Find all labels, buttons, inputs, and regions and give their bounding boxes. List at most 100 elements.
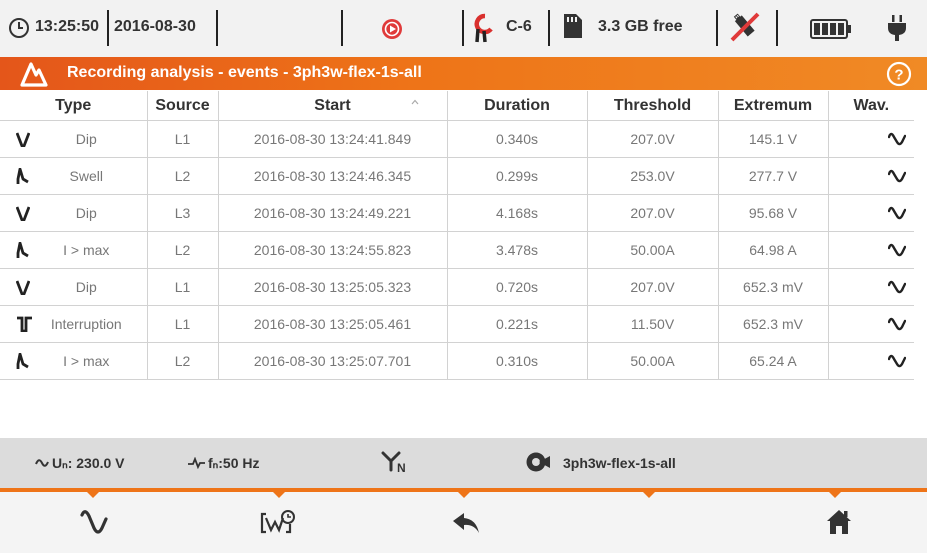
cell-source: L2 xyxy=(147,157,219,195)
status-bar: 13:25:50 2016-08-30 C-6 3.3 GB free xyxy=(0,0,927,57)
status-separator xyxy=(462,10,464,46)
cell-source: L3 xyxy=(147,194,219,232)
dip-icon xyxy=(16,279,30,295)
back-button[interactable] xyxy=(372,492,558,553)
cell-source: L2 xyxy=(147,231,219,269)
info-bar: Uₙ: 230.0 V fₙ:50 Hz N 3ph3w-flex-1s-all xyxy=(0,438,927,488)
column-header-start-label: Start xyxy=(314,96,351,114)
record-icon[interactable] xyxy=(381,18,403,40)
page-title: Recording analysis - events - 3ph3w-flex… xyxy=(67,64,422,81)
cell-extremum: 652.3 mV xyxy=(718,268,829,306)
cell-extremum: 652.3 mV xyxy=(718,305,829,343)
svg-text:?: ? xyxy=(894,67,903,84)
table-row[interactable]: I > max L2 2016-08-30 13:24:55.823 3.478s 50… xyxy=(0,231,914,269)
cell-threshold: 253.0V xyxy=(587,157,719,195)
status-separator xyxy=(548,10,550,46)
cell-duration: 0.221s xyxy=(447,305,588,343)
toolbar-separator xyxy=(643,492,655,498)
table-header-row: Type Source Start Duration Threshold Ext… xyxy=(0,91,914,121)
toolbar-separator xyxy=(458,492,470,498)
swell-icon xyxy=(16,168,30,184)
cell-threshold: 207.0V xyxy=(587,268,719,306)
table-row[interactable]: Dip L1 2016-08-30 13:24:41.849 0.340s 207.0V… xyxy=(0,120,914,158)
table-row[interactable]: I > max L2 2016-08-30 13:25:07.701 0.310s 50… xyxy=(0,342,914,380)
cell-threshold: 207.0V xyxy=(587,120,719,158)
help-icon[interactable]: ? xyxy=(886,61,912,87)
waveform-button[interactable] xyxy=(0,492,186,553)
cell-source: L2 xyxy=(147,342,219,380)
cell-wav[interactable] xyxy=(828,268,914,306)
sort-ascending-icon xyxy=(411,99,419,105)
cell-wav[interactable] xyxy=(828,231,914,269)
cell-wav[interactable] xyxy=(828,342,914,380)
column-header-source[interactable]: Source xyxy=(147,91,219,121)
dip-icon xyxy=(16,131,30,147)
status-separator xyxy=(776,10,778,46)
waveform-icon[interactable] xyxy=(888,280,906,294)
column-header-duration[interactable]: Duration xyxy=(447,91,588,121)
waveform-icon xyxy=(80,510,108,534)
cell-type: Dip xyxy=(0,268,148,306)
home-button[interactable] xyxy=(744,492,927,553)
column-header-extremum[interactable]: Extremum xyxy=(718,91,829,121)
waveform-icon[interactable] xyxy=(888,132,906,146)
cell-type: I > max xyxy=(0,231,148,269)
status-separator xyxy=(341,10,343,46)
cell-extremum: 145.1 V xyxy=(718,120,829,158)
cell-start: 2016-08-30 13:25:05.461 xyxy=(218,305,448,343)
waveform-icon[interactable] xyxy=(888,354,906,368)
cell-threshold: 50.00A xyxy=(587,231,719,269)
cell-source: L1 xyxy=(147,305,219,343)
frequency-icon xyxy=(188,457,205,469)
cell-threshold: 11.50V xyxy=(587,305,719,343)
table-row[interactable]: Dip L3 2016-08-30 13:24:49.221 4.168s 207.0V… xyxy=(0,194,914,232)
cell-threshold: 207.0V xyxy=(587,194,719,232)
waveform-icon[interactable] xyxy=(888,317,906,331)
measurement-config-icon xyxy=(525,450,551,474)
events-list-icon xyxy=(260,508,296,536)
cell-source: L1 xyxy=(147,120,219,158)
cell-start: 2016-08-30 13:24:41.849 xyxy=(218,120,448,158)
cell-type: Swell xyxy=(0,157,148,195)
back-arrow-icon xyxy=(452,512,480,534)
cell-wav[interactable] xyxy=(828,157,914,195)
event-type-label: Swell xyxy=(69,168,103,184)
usb-disconnected-icon xyxy=(728,10,762,44)
cell-type: Interruption xyxy=(0,305,148,343)
table-row[interactable]: Swell L2 2016-08-30 13:24:46.345 0.299s 253.… xyxy=(0,157,914,195)
toolbar-separator xyxy=(273,492,285,498)
three-phase-neutral-icon: N xyxy=(381,450,411,474)
nominal-voltage: Uₙ: 230.0 V xyxy=(52,455,125,471)
status-separator xyxy=(107,10,109,46)
cell-wav[interactable] xyxy=(828,120,914,158)
battery-icon xyxy=(810,19,852,39)
power-plug-icon xyxy=(886,14,908,42)
cell-extremum: 95.68 V xyxy=(718,194,829,232)
status-separator xyxy=(716,10,718,46)
cell-wav[interactable] xyxy=(828,305,914,343)
waveform-icon[interactable] xyxy=(888,243,906,257)
column-header-type[interactable]: Type xyxy=(0,91,148,121)
home-icon xyxy=(826,509,852,535)
swell-icon xyxy=(16,353,30,369)
cell-wav[interactable] xyxy=(828,194,914,232)
events-list-button[interactable] xyxy=(186,492,372,553)
cell-start: 2016-08-30 13:25:07.701 xyxy=(218,342,448,380)
empty-button[interactable] xyxy=(558,492,744,553)
cell-start: 2016-08-30 13:24:55.823 xyxy=(218,231,448,269)
cell-start: 2016-08-30 13:24:49.221 xyxy=(218,194,448,232)
column-header-threshold[interactable]: Threshold xyxy=(587,91,719,121)
analysis-logo-icon xyxy=(20,61,48,87)
dip-icon xyxy=(16,205,30,221)
cell-start: 2016-08-30 13:25:05.323 xyxy=(218,268,448,306)
events-table: Type Source Start Duration Threshold Ext… xyxy=(0,91,914,380)
table-row[interactable]: Interruption L1 2016-08-30 13:25:05.461 0.2… xyxy=(0,305,914,343)
event-type-label: Dip xyxy=(75,279,97,295)
waveform-icon[interactable] xyxy=(888,169,906,183)
cell-duration: 0.310s xyxy=(447,342,588,380)
table-row[interactable]: Dip L1 2016-08-30 13:25:05.323 0.720s 207.0V… xyxy=(0,268,914,306)
waveform-icon[interactable] xyxy=(888,206,906,220)
column-header-wav[interactable]: Wav. xyxy=(828,91,914,121)
column-header-start[interactable]: Start xyxy=(218,91,448,121)
storage-free: 3.3 GB free xyxy=(598,18,683,35)
